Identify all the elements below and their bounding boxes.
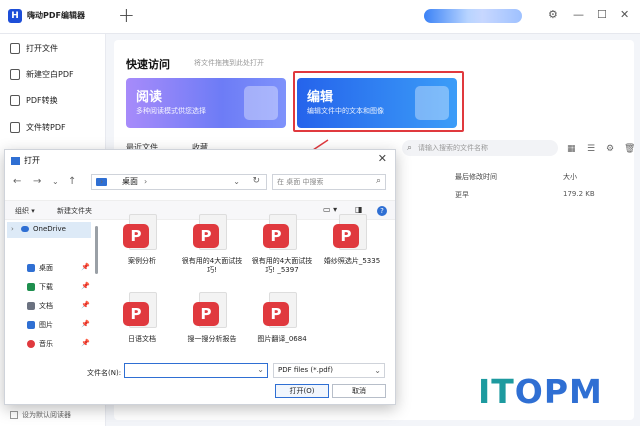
nav-item-documents[interactable]: 文档 [27,301,53,311]
new-folder-button[interactable]: 新建文件夹 [57,206,92,216]
nav-item-label: 下载 [39,283,53,291]
desktop-icon [27,264,35,272]
breadcrumb-chevron-icon: › [100,177,104,186]
pdf-file-icon: P [123,214,161,254]
back-arrow-icon[interactable]: ← [13,176,21,187]
open-file-dialog: 打开 ✕ ← → ⌄ ↑ › 桌面 › ⌄ ↻ 在 桌面 中搜索 ⌕ 组织 ▾ … [4,149,396,405]
download-icon [27,283,35,291]
open-button[interactable]: 打开(O) [275,384,329,398]
watermark-part2: OPM [514,372,603,411]
search-icon: ⌕ [375,176,381,186]
file-name: 图片翻译_0684 [257,335,307,343]
file-item[interactable]: P 日语文档 [109,292,175,344]
breadcrumb-chevron-icon: › [144,177,148,186]
filetype-dropdown-icon[interactable]: ⌄ [374,364,381,377]
file-name: 案例分析 [128,257,156,265]
pin-icon[interactable]: 📌 [81,339,90,347]
filetype-select[interactable]: PDF files (*.pdf) ⌄ [273,363,385,378]
refresh-icon[interactable]: ↻ [252,174,260,188]
forward-arrow-icon[interactable]: → [33,176,41,187]
nav-item-label: 文档 [39,302,53,310]
dialog-title: 打开 [24,156,40,165]
filename-label: 文件名(N): [87,369,122,377]
file-item[interactable]: P 婚纱照选片_5335 [319,214,385,266]
file-name: 很有用的4大面试技巧! _5397 [251,257,313,274]
nav-item-label: 图片 [39,321,53,329]
file-item[interactable]: P 图片翻译_0684 [249,292,315,344]
pin-icon[interactable]: 📌 [81,282,90,290]
file-item[interactable]: P 搜一搜分析报告 [179,292,245,344]
filename-dropdown-icon[interactable]: ⌄ [257,365,264,374]
nav-scrollbar[interactable] [95,226,98,274]
cloud-icon [21,226,29,232]
file-item[interactable]: P 很有用的4大面试技巧! _5397 [249,214,315,275]
filetype-value: PDF files (*.pdf) [278,366,333,374]
preview-pane-icon[interactable]: ◨ [355,205,363,214]
nav-item-label: 音乐 [39,340,53,348]
view-options-icon[interactable]: ▭ ▾ [323,205,337,214]
history-chevron-icon[interactable]: ⌄ [52,177,59,186]
file-item[interactable]: P 案例分析 [109,214,175,266]
breadcrumb-desktop[interactable]: 桌面 [122,175,138,189]
navigation-pane: › OneDrive 桌面 📌 下载 📌 文档 📌 图片 📌 音乐 📌 [5,220,101,360]
up-arrow-icon[interactable]: ↑ [68,176,76,187]
pdf-file-icon: P [123,292,161,332]
pdf-file-icon: P [193,214,231,254]
address-dropdown-icon[interactable]: ⌄ [233,175,240,189]
nav-item-downloads[interactable]: 下载 [27,282,53,292]
music-icon [27,340,35,348]
filename-input[interactable]: ⌄ [124,363,268,378]
documents-icon [27,302,35,310]
organize-label: 组织 [15,207,29,215]
dialog-search-placeholder: 在 桌面 中搜索 [277,178,324,186]
file-name: 很有用的4大面试技巧! [181,257,243,274]
dialog-search-input[interactable]: 在 桌面 中搜索 ⌕ [272,174,386,190]
pin-icon[interactable]: 📌 [81,263,90,271]
dialog-app-icon [11,156,20,165]
file-name: 婚纱照选片_5335 [323,257,381,265]
nav-item-onedrive[interactable]: OneDrive [21,225,66,233]
file-list: P 案例分析 P 很有用的4大面试技巧! P 很有用的4大面试技巧! _5397… [105,214,391,356]
nav-item-label: 桌面 [39,264,53,272]
file-item[interactable]: P 很有用的4大面试技巧! [179,214,245,275]
pdf-file-icon: P [263,214,301,254]
nav-item-label: OneDrive [33,225,66,233]
dialog-close-icon[interactable]: ✕ [378,152,387,165]
file-name: 日语文档 [128,335,156,343]
pdf-file-icon: P [263,292,301,332]
nav-item-music[interactable]: 音乐 [27,339,53,349]
pin-icon[interactable]: 📌 [81,301,90,309]
expand-chevron-icon[interactable]: › [11,225,14,233]
itopm-watermark-logo: ITOPM [478,372,603,411]
pictures-icon [27,321,35,329]
file-name: 搜一搜分析报告 [187,335,237,343]
pdf-file-icon: P [193,292,231,332]
pin-icon[interactable]: 📌 [81,320,90,328]
watermark-part1: IT [478,372,515,411]
cancel-button[interactable]: 取消 [332,384,386,398]
nav-item-desktop[interactable]: 桌面 [27,263,53,273]
address-bar[interactable]: › 桌面 › ⌄ ↻ [91,174,267,190]
organize-button[interactable]: 组织 ▾ [15,206,35,216]
nav-item-pictures[interactable]: 图片 [27,320,53,330]
pdf-file-icon: P [333,214,371,254]
dialog-title-bar: 打开 [11,155,40,166]
